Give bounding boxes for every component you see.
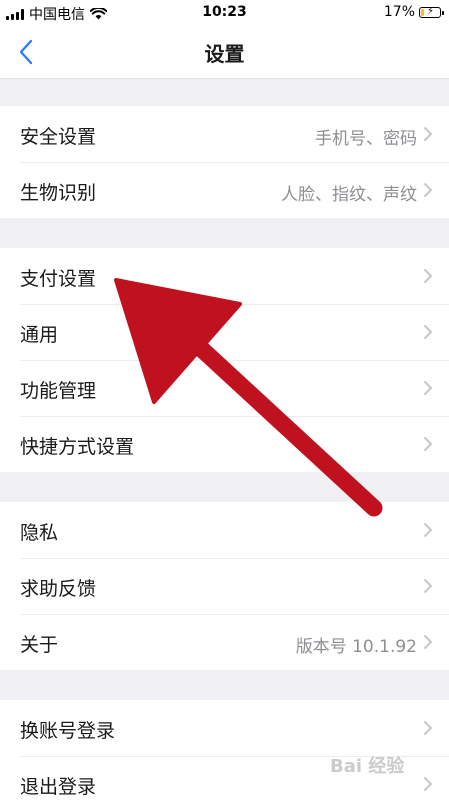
battery-cap	[442, 10, 444, 15]
status-time: 10:23	[202, 4, 247, 20]
battery-fill	[421, 8, 424, 16]
row-shortcut-settings[interactable]: 快捷方式设置	[0, 416, 449, 472]
row-label: 隐私	[20, 522, 59, 544]
chevron-right-icon	[424, 381, 432, 395]
chevron-right-icon	[424, 437, 432, 451]
row-value: 人脸、指纹、声纹	[281, 185, 417, 205]
row-payment-settings[interactable]: 支付设置	[0, 248, 449, 304]
chevron-right-icon	[424, 635, 432, 649]
battery-icon: ⚡	[419, 5, 444, 18]
row-value: 版本号 10.1.92	[295, 637, 417, 657]
settings-group-account: 安全设置 手机号、密码 生物识别 人脸、指纹、声纹	[0, 106, 449, 218]
row-feature-management[interactable]: 功能管理	[0, 360, 449, 416]
row-label: 关于	[20, 634, 59, 656]
row-security-settings[interactable]: 安全设置 手机号、密码	[0, 106, 449, 162]
row-biometrics[interactable]: 生物识别 人脸、指纹、声纹	[0, 162, 449, 218]
settings-group-general: 支付设置 通用 功能管理 快捷方式设置	[0, 248, 449, 472]
row-label: 功能管理	[20, 380, 97, 402]
chevron-right-icon	[424, 183, 432, 197]
chevron-right-icon	[424, 325, 432, 339]
row-label: 快捷方式设置	[20, 436, 135, 458]
row-label: 求助反馈	[20, 578, 97, 600]
status-right: 17% ⚡	[383, 4, 444, 20]
chevron-right-icon	[424, 777, 432, 791]
row-label: 换账号登录	[20, 720, 116, 742]
chevron-right-icon	[424, 127, 432, 141]
chevron-right-icon	[424, 721, 432, 735]
row-label: 安全设置	[20, 126, 97, 148]
row-label: 支付设置	[20, 268, 97, 290]
row-general[interactable]: 通用	[0, 304, 449, 360]
status-bar: 中国电信 10:23 17% ⚡	[0, 0, 449, 26]
row-switch-account[interactable]: 换账号登录	[0, 700, 449, 756]
row-help-feedback[interactable]: 求助反馈	[0, 558, 449, 614]
row-privacy[interactable]: 隐私	[0, 502, 449, 558]
row-label: 退出登录	[20, 776, 97, 798]
row-label: 生物识别	[20, 182, 97, 204]
battery-percent: 17%	[383, 4, 415, 20]
row-label: 通用	[20, 324, 59, 346]
row-about[interactable]: 关于 版本号 10.1.92	[0, 614, 449, 670]
charging-bolt-icon: ⚡	[427, 5, 435, 17]
chevron-right-icon	[424, 269, 432, 283]
page-title: 设置	[204, 42, 245, 66]
row-value: 手机号、密码	[315, 129, 417, 149]
baidu-watermark: Bai 经验	[330, 756, 405, 777]
chevron-right-icon	[424, 579, 432, 593]
navigation-bar: 设置	[0, 26, 449, 79]
settings-group-about: 隐私 求助反馈 关于 版本号 10.1.92	[0, 502, 449, 670]
chevron-right-icon	[424, 523, 432, 537]
